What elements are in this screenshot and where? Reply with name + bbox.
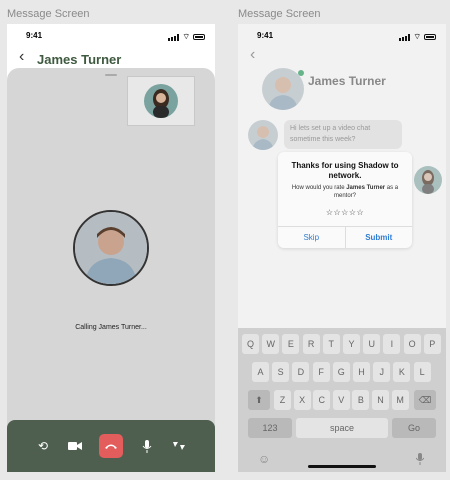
key-c[interactable]: C xyxy=(313,390,331,410)
dialog-message-pre: How would you rate xyxy=(291,185,347,191)
callee-avatar xyxy=(73,210,149,286)
online-indicator xyxy=(298,70,304,76)
sheet-handle[interactable] xyxy=(105,74,117,76)
switch-camera-icon[interactable]: ⟲ xyxy=(31,434,55,458)
key-n[interactable]: N xyxy=(372,390,389,410)
dialog-message-name: James Turner xyxy=(346,185,386,191)
go-key[interactable]: Go xyxy=(392,418,436,438)
key-k[interactable]: K xyxy=(393,362,411,382)
dialog-title: Thanks for using Shadow to network. xyxy=(291,161,399,181)
key-d[interactable]: D xyxy=(292,362,310,382)
key-g[interactable]: G xyxy=(332,362,350,382)
key-w[interactable]: W xyxy=(262,334,280,354)
keyboard: QWERTYUIOP ASDFGHJKL ⬆ ⌫ ZXCVBNM 123 spa… xyxy=(238,328,446,472)
emoji-icon[interactable]: ☺ xyxy=(258,452,270,466)
end-call-button[interactable] xyxy=(99,434,123,458)
star-rating[interactable]: ☆☆☆☆☆ xyxy=(278,208,412,217)
backspace-key[interactable]: ⌫ xyxy=(414,390,436,410)
key-l[interactable]: L xyxy=(413,362,431,382)
contact-name: James Turner xyxy=(308,74,386,88)
key-f[interactable]: F xyxy=(312,362,330,382)
key-o[interactable]: O xyxy=(403,334,421,354)
home-indicator xyxy=(308,465,376,468)
battery-icon xyxy=(193,34,205,40)
back-button[interactable]: ‹ xyxy=(250,46,255,64)
self-view-pip[interactable] xyxy=(127,76,195,126)
back-button[interactable]: ‹ xyxy=(19,48,24,66)
calling-status: Calling James Turner... xyxy=(75,324,147,331)
key-a[interactable]: A xyxy=(252,362,269,382)
message-screen: 9:41 ⌔ ‹ James Turner Hi lets set up a v… xyxy=(238,24,446,472)
dictation-icon[interactable] xyxy=(415,452,425,470)
dialog-message: How would you rate James Turner as a men… xyxy=(284,184,406,201)
message-bubble: Hi lets set up a video chat sometime thi… xyxy=(284,120,402,149)
rating-dialog: Thanks for using Shadow to network. How … xyxy=(278,152,412,248)
submit-button[interactable]: Submit xyxy=(344,227,413,248)
signal-icon xyxy=(168,33,180,41)
space-key[interactable]: space xyxy=(296,418,388,438)
speaker-icon[interactable] xyxy=(167,434,191,458)
key-x[interactable]: X xyxy=(293,390,311,410)
key-p[interactable]: P xyxy=(423,334,441,354)
sender-avatar xyxy=(414,166,442,194)
key-i[interactable]: I xyxy=(383,334,401,354)
key-b[interactable]: B xyxy=(352,390,370,410)
battery-icon xyxy=(424,34,436,40)
wifi-icon: ⌔ xyxy=(413,32,421,41)
key-t[interactable]: T xyxy=(322,334,340,354)
status-time: 9:41 xyxy=(26,31,43,40)
key-r[interactable]: R xyxy=(302,334,320,354)
key-m[interactable]: M xyxy=(391,390,409,410)
key-y[interactable]: Y xyxy=(343,334,360,354)
numbers-key[interactable]: 123 xyxy=(248,418,292,438)
wifi-icon: ⌔ xyxy=(182,32,190,41)
microphone-icon[interactable] xyxy=(135,434,159,458)
frame-label-call: Message Screen xyxy=(7,8,90,20)
status-time: 9:41 xyxy=(257,31,274,40)
call-screen: 9:41 ⌔ ‹ James Turner Calling James Turn… xyxy=(7,24,215,472)
signal-icon xyxy=(399,33,411,41)
status-bar: 9:41 ⌔ xyxy=(238,31,446,43)
key-h[interactable]: H xyxy=(353,362,370,382)
skip-button[interactable]: Skip xyxy=(278,227,345,248)
call-sheet: Calling James Turner... xyxy=(7,68,215,472)
status-bar: 9:41 ⌔ xyxy=(7,31,215,43)
video-icon[interactable] xyxy=(63,434,87,458)
shift-key[interactable]: ⬆ xyxy=(248,390,270,410)
frame-label-message: Message Screen xyxy=(238,8,321,20)
key-u[interactable]: U xyxy=(363,334,381,354)
self-avatar xyxy=(144,84,178,118)
key-z[interactable]: Z xyxy=(274,390,291,410)
call-controls: ⟲ xyxy=(7,420,215,472)
message-avatar xyxy=(248,120,278,150)
key-v[interactable]: V xyxy=(332,390,350,410)
key-j[interactable]: J xyxy=(373,362,391,382)
contact-title: James Turner xyxy=(37,52,122,67)
key-q[interactable]: Q xyxy=(242,334,259,354)
key-e[interactable]: E xyxy=(282,334,300,354)
key-s[interactable]: S xyxy=(272,362,290,382)
